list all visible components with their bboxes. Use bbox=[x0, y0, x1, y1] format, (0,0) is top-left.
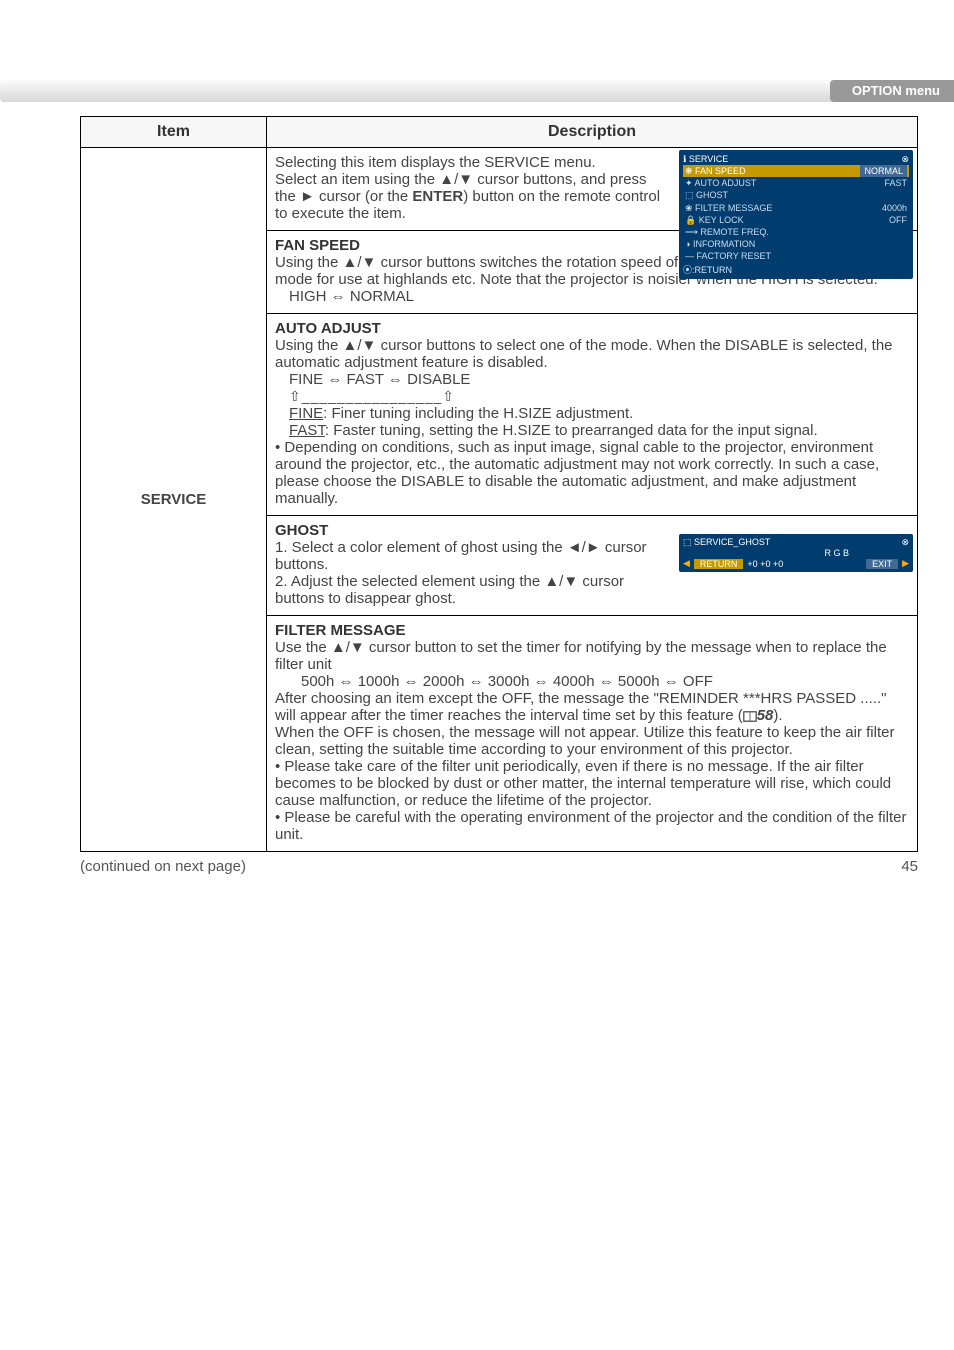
filter-heading: FILTER MESSAGE bbox=[275, 622, 907, 639]
filter-body3b: ). bbox=[773, 707, 782, 724]
osd-fanspeed-key: FAN SPEED bbox=[695, 166, 746, 176]
osd2-exit: EXIT bbox=[866, 559, 898, 569]
col-header-item: Item bbox=[81, 117, 267, 148]
osd-autoadj-val: FAST bbox=[884, 177, 907, 189]
osd-filter-val: 4000h bbox=[882, 202, 907, 214]
osd-ghost-key: GHOST bbox=[696, 190, 728, 200]
section-ghost: GHOST 1. Select a color element of ghost… bbox=[267, 516, 917, 616]
section-filtermessage: FILTER MESSAGE Use the ▲/▼ cursor button… bbox=[267, 616, 917, 851]
fanspeed-toggle: HIGH ⇔ NORMAL bbox=[289, 288, 907, 305]
filter-bullet2: • Please be careful with the operating e… bbox=[275, 809, 907, 843]
filter-bullet1: • Please take care of the filter unit pe… bbox=[275, 758, 907, 809]
osd2-title: SERVICE_GHOST bbox=[694, 537, 770, 547]
osd-ghost-panel: ⬚ SERVICE_GHOST⊗ R G B ◀ RETURN +0 +0 +0… bbox=[679, 534, 913, 572]
osd2-vals: +0 +0 +0 bbox=[747, 559, 783, 569]
section-intro: Selecting this item displays the SERVICE… bbox=[267, 148, 917, 231]
filter-body3a: After choosing an item except the OFF, t… bbox=[275, 690, 886, 724]
osd-remote-key: REMOTE FREQ. bbox=[700, 227, 769, 237]
page-footer: (continued on next page) 45 bbox=[80, 858, 918, 875]
fast-label: FAST bbox=[289, 422, 325, 439]
section-tab: OPTION menu bbox=[830, 80, 954, 102]
option-table: Item Description SERVICE Selecting this … bbox=[80, 116, 918, 852]
fast-text: : Faster tuning, setting the H.SIZE to p… bbox=[325, 422, 818, 439]
header-bar: OPTION menu bbox=[0, 80, 954, 102]
osd-keylock-key: KEY LOCK bbox=[699, 215, 744, 225]
fine-label: FINE bbox=[289, 405, 323, 422]
intro-line1: Selecting this item displays the SERVICE… bbox=[275, 154, 596, 171]
autoadjust-modes: FINE ⇔ FAST ⇔ DISABLE bbox=[289, 371, 907, 388]
autoadjust-body1: Using the ▲/▼ cursor buttons to select o… bbox=[275, 337, 907, 371]
filter-options: 500h ⇔ 1000h ⇔ 2000h ⇔ 3000h ⇔ 4000h ⇔ 5… bbox=[275, 673, 907, 690]
desc-cell: Selecting this item displays the SERVICE… bbox=[267, 148, 918, 852]
osd-filter-key: FILTER MESSAGE bbox=[695, 203, 772, 213]
section-autoadjust: AUTO ADJUST Using the ▲/▼ cursor buttons… bbox=[267, 314, 917, 516]
autoadjust-arrowline: ⇧________________⇧ bbox=[289, 388, 907, 405]
osd-service-menu: ℹ SERVICE⊗ ❋ FAN SPEEDNORMAL ✦ AUTO ADJU… bbox=[679, 150, 913, 279]
osd-title: SERVICE bbox=[689, 154, 728, 164]
osd-keylock-val: OFF bbox=[889, 214, 907, 226]
fine-text: : Finer tuning including the H.SIZE adju… bbox=[323, 405, 633, 422]
osd-return: RETURN bbox=[695, 265, 733, 275]
osd-reset-key: FACTORY RESET bbox=[697, 251, 772, 261]
osd2-return: RETURN bbox=[694, 559, 744, 569]
continued-label: (continued on next page) bbox=[80, 858, 246, 875]
page-number: 45 bbox=[901, 858, 918, 875]
filter-body4: When the OFF is chosen, the message will… bbox=[275, 724, 907, 758]
filter-ref-page: 58 bbox=[757, 707, 774, 724]
enter-label: ENTER bbox=[412, 188, 463, 205]
osd-info-key: INFORMATION bbox=[693, 239, 755, 249]
osd2-rgb: R G B bbox=[683, 548, 909, 558]
ghost-step2: 2. Adjust the selected element using the… bbox=[275, 573, 655, 607]
manual-ref-icon bbox=[743, 711, 757, 722]
osd-fanspeed-val: NORMAL bbox=[860, 165, 907, 177]
ghost-step1: 1. Select a color element of ghost using… bbox=[275, 539, 655, 573]
autoadjust-bullet: • Depending on conditions, such as input… bbox=[275, 439, 907, 507]
osd-autoadj-key: AUTO ADJUST bbox=[695, 178, 757, 188]
col-header-desc: Description bbox=[267, 117, 918, 148]
filter-body1: Use the ▲/▼ cursor button to set the tim… bbox=[275, 639, 907, 673]
item-cell-service: SERVICE bbox=[81, 148, 267, 852]
autoadjust-heading: AUTO ADJUST bbox=[275, 320, 907, 337]
